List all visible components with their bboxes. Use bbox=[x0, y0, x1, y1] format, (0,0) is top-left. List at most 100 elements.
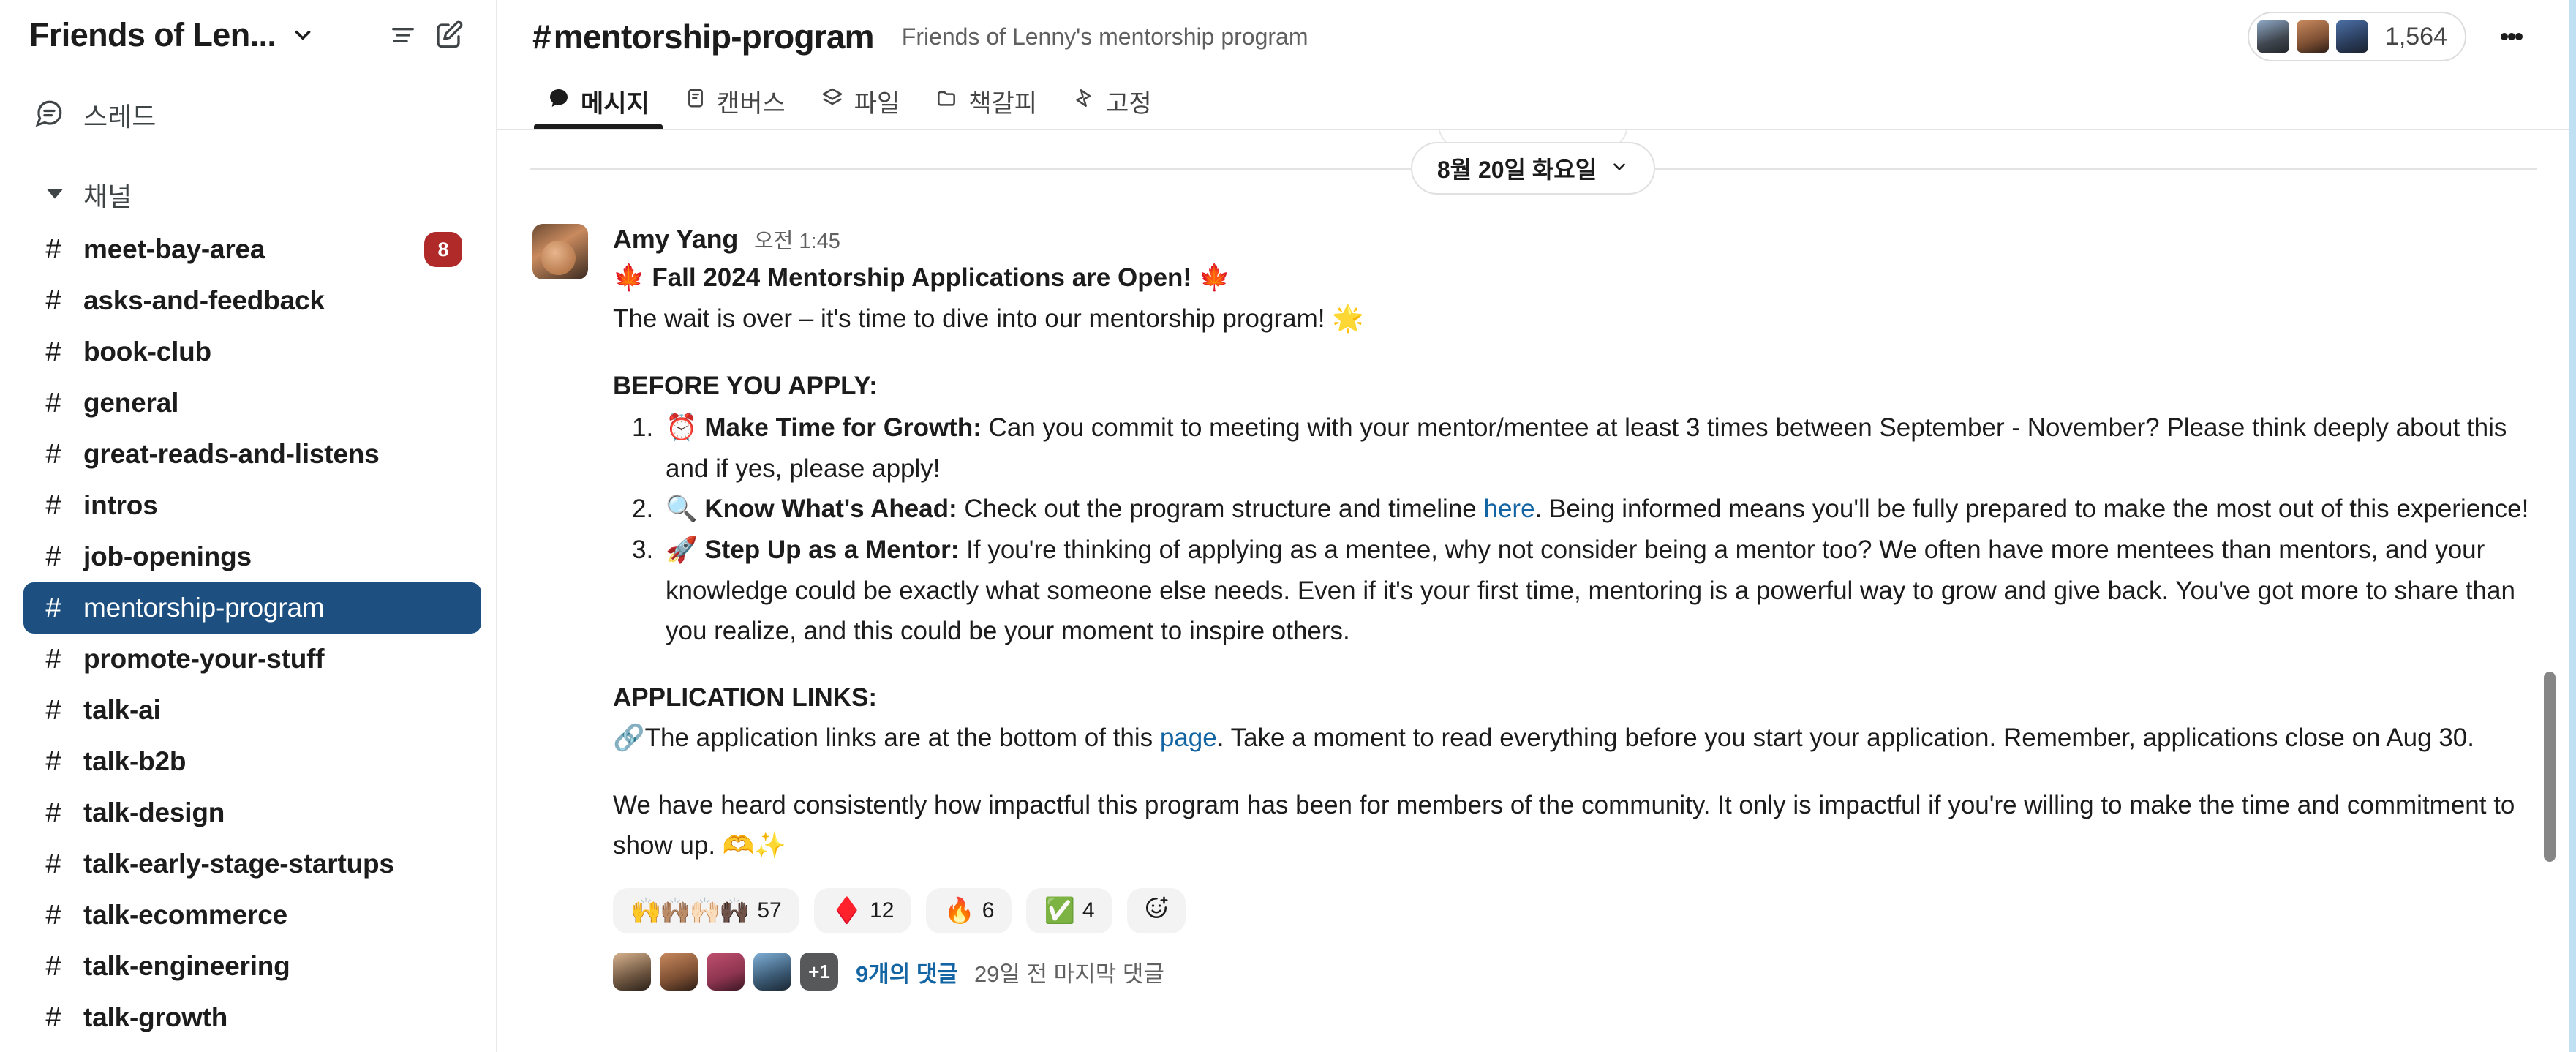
message-author[interactable]: Amy Yang bbox=[613, 224, 738, 255]
channel-name: meet-bay-area bbox=[83, 234, 265, 264]
hash-icon: # bbox=[45, 797, 61, 828]
sidebar-item-talk-ai[interactable]: # talk-ai bbox=[23, 685, 481, 736]
message-title: Fall 2024 Mentorship Applications are Op… bbox=[652, 263, 1192, 292]
avatar bbox=[660, 953, 698, 991]
page-title[interactable]: # mentorship-program bbox=[532, 17, 875, 56]
thread-last-reply: 29일 전 마지막 댓글 bbox=[973, 961, 1164, 987]
message: Amy Yang 오전 1:45 🍁 Fall 2024 Mentorship … bbox=[497, 206, 2569, 991]
member-count: 1,564 bbox=[2384, 22, 2447, 50]
page-link[interactable]: page bbox=[1160, 724, 1217, 752]
threads-icon bbox=[34, 98, 64, 132]
sidebar-item-meet-bay-area[interactable]: # meet-bay-area 8 bbox=[23, 224, 481, 275]
reaction-raising-hands[interactable]: 🙌🙌🏽🙌🏻🙌🏿 57 bbox=[613, 888, 799, 933]
avatar bbox=[2294, 18, 2331, 55]
rocket-icon: 🚀 bbox=[666, 536, 698, 565]
member-count-button[interactable]: 1,564 bbox=[2247, 12, 2466, 61]
thread-summary[interactable]: +1 9개의 댓글 29일 전 마지막 댓글 bbox=[613, 953, 2537, 991]
avatar[interactable] bbox=[532, 224, 588, 279]
alarm-clock-icon: ⏰ bbox=[666, 413, 698, 443]
message-list[interactable]: 8월 20일 화요일 Amy Yang 오전 1:45 🍁 Fall 2024 bbox=[497, 130, 2569, 1052]
closing-paragraph: We have heard consistently how impactful… bbox=[613, 785, 2537, 866]
channel-name: talk-b2b bbox=[83, 746, 187, 776]
caret-down-icon bbox=[45, 184, 64, 206]
channel-topic[interactable]: Friends of Lenny's mentorship program bbox=[902, 23, 1308, 50]
sidebar-item-talk-engineering[interactable]: # talk-engineering bbox=[23, 941, 481, 992]
message-timestamp[interactable]: 오전 1:45 bbox=[754, 224, 840, 255]
reaction-check[interactable]: ✅ 4 bbox=[1026, 888, 1112, 933]
application-links-paragraph: 🔗The application links are at the bottom… bbox=[613, 718, 2537, 759]
reaction-diamond[interactable]: ♦️ 12 bbox=[813, 888, 912, 933]
sidebar-item-book-club[interactable]: # book-club bbox=[23, 326, 481, 377]
hash-icon: # bbox=[45, 950, 61, 982]
hash-icon: # bbox=[45, 438, 61, 470]
sidebar-item-talk-ecommerce[interactable]: # talk-ecommerce bbox=[23, 890, 481, 941]
pinned-icon bbox=[1072, 86, 1096, 116]
reaction-count: 6 bbox=[982, 898, 995, 923]
date-pill[interactable]: 8월 20일 화요일 bbox=[1410, 142, 1656, 195]
sidebar-item-talk-early-stage-startups[interactable]: # talk-early-stage-startups bbox=[23, 838, 481, 890]
tab-pinned[interactable]: 고정 bbox=[1055, 73, 1170, 129]
sidebar-item-asks-and-feedback[interactable]: # asks-and-feedback bbox=[23, 275, 481, 326]
hash-icon: # bbox=[45, 387, 61, 418]
tab-label: 메시지 bbox=[581, 89, 649, 118]
step-title: Know What's Ahead: bbox=[704, 495, 957, 523]
sidebar-item-mentorship-program[interactable]: # mentorship-program bbox=[23, 582, 481, 634]
message-header: Amy Yang 오전 1:45 bbox=[613, 224, 2537, 255]
tab-bookmarks[interactable]: 책갈피 bbox=[917, 73, 1055, 129]
message-scrollbar[interactable] bbox=[2544, 672, 2556, 862]
hash-icon: # bbox=[45, 643, 61, 675]
add-reaction-icon bbox=[1143, 895, 1170, 927]
hash-icon: # bbox=[45, 285, 61, 316]
sidebar-item-promote-your-stuff[interactable]: # promote-your-stuff bbox=[23, 634, 481, 685]
add-reaction-button[interactable] bbox=[1126, 888, 1186, 933]
slack-window: Friends of Len... 스레드 채널 # meet-bay-area… bbox=[0, 0, 2576, 1052]
more-options-icon[interactable] bbox=[2487, 12, 2537, 61]
tab-canvas[interactable]: 캔버스 bbox=[667, 73, 803, 129]
tab-label: 책갈피 bbox=[968, 89, 1038, 118]
hash-icon: # bbox=[45, 233, 61, 265]
date-label: 8월 20일 화요일 bbox=[1436, 157, 1597, 183]
sidebar-item-threads[interactable]: 스레드 bbox=[0, 89, 496, 140]
hash-icon: # bbox=[45, 848, 61, 879]
here-link[interactable]: here bbox=[1483, 495, 1534, 523]
sidebar-item-intros[interactable]: # intros bbox=[23, 480, 481, 531]
messages-icon bbox=[547, 86, 570, 116]
sidebar: Friends of Len... 스레드 채널 # meet-bay-area… bbox=[0, 0, 497, 1052]
message-intro: The wait is over – it's time to dive int… bbox=[613, 304, 1325, 333]
link-icon: 🔗 bbox=[613, 724, 645, 753]
workspace-name[interactable]: Friends of Len... bbox=[29, 16, 276, 54]
chevron-down-icon[interactable] bbox=[290, 23, 315, 48]
tab-label: 파일 bbox=[854, 89, 900, 118]
tab-files[interactable]: 파일 bbox=[803, 73, 918, 129]
avatar bbox=[2254, 18, 2291, 55]
channel-name: job-openings bbox=[83, 541, 252, 571]
hash-icon: # bbox=[45, 694, 61, 726]
filter-icon[interactable] bbox=[380, 12, 426, 58]
sidebar-item-talk-design[interactable]: # talk-design bbox=[23, 787, 481, 838]
list-item: 🔍 Know What's Ahead: Check out the progr… bbox=[613, 489, 2537, 530]
sidebar-item-talk-growth[interactable]: # talk-growth bbox=[23, 992, 481, 1043]
step-title: Step Up as a Mentor: bbox=[704, 536, 960, 564]
reaction-count: 57 bbox=[757, 898, 782, 923]
tab-label: 고정 bbox=[1106, 89, 1152, 118]
date-divider: 8월 20일 화요일 bbox=[497, 130, 2569, 206]
sidebar-item-general[interactable]: # general bbox=[23, 377, 481, 429]
channel-name: talk-growth bbox=[83, 1002, 228, 1032]
bookmarks-icon bbox=[935, 86, 958, 116]
sidebar-item-talk-b2b[interactable]: # talk-b2b bbox=[23, 736, 481, 787]
step-text-after: . Being informed means you'll be fully p… bbox=[1534, 495, 2529, 523]
sidebar-item-great-reads-and-listens[interactable]: # great-reads-and-listens bbox=[23, 429, 481, 480]
sidebar-item-job-openings[interactable]: # job-openings bbox=[23, 531, 481, 582]
compose-icon[interactable] bbox=[426, 12, 471, 58]
main-panel: # mentorship-program Friends of Lenny's m… bbox=[497, 0, 2576, 1052]
tab-messages[interactable]: 메시지 bbox=[530, 73, 667, 129]
reaction-fire[interactable]: 🔥 6 bbox=[926, 888, 1012, 933]
thread-reply-count[interactable]: 9개의 댓글 bbox=[856, 955, 958, 988]
hash-icon: # bbox=[532, 18, 551, 56]
channel-list: # meet-bay-area 8 # asks-and-feedback # … bbox=[0, 218, 496, 1043]
hash-icon: # bbox=[45, 1002, 61, 1033]
message-intro-line: The wait is over – it's time to dive int… bbox=[613, 298, 2537, 339]
channel-name: book-club bbox=[83, 337, 211, 367]
message-body: Amy Yang 오전 1:45 🍁 Fall 2024 Mentorship … bbox=[613, 224, 2537, 991]
channels-section-header[interactable]: 채널 bbox=[0, 171, 496, 218]
